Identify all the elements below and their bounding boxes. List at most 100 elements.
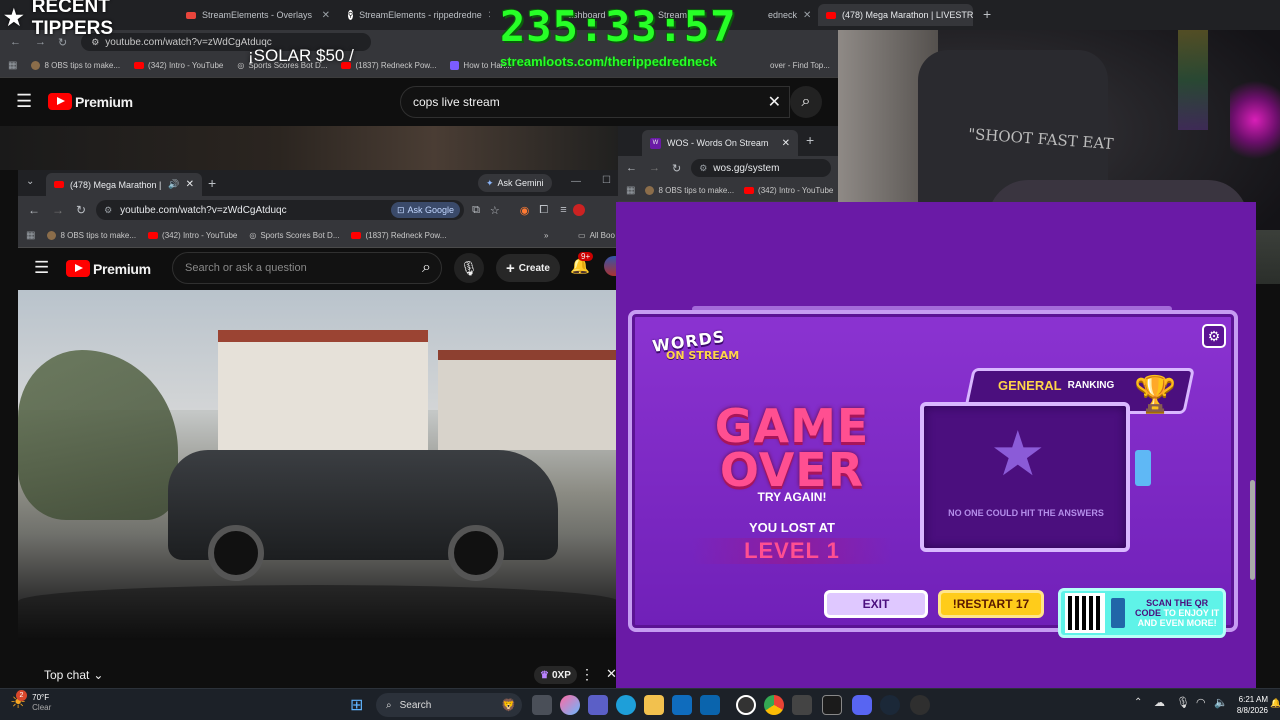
new-tab-icon[interactable]: + (983, 6, 991, 22)
wifi-icon[interactable]: ◠ (1196, 696, 1206, 709)
bookmark-sports-scores[interactable]: ◎ Sports Scores Bot D... (249, 231, 339, 240)
bookmark-intro-youtube[interactable]: (342) Intro - YouTube (148, 231, 237, 240)
wos-url-field[interactable]: ⚙ wos.gg/system (691, 159, 832, 177)
profile-avatar[interactable] (572, 204, 585, 216)
youtube-logo[interactable]: Premium (48, 93, 133, 110)
back-icon[interactable]: ← (626, 162, 637, 174)
app-icon[interactable] (910, 695, 930, 715)
store-icon[interactable] (672, 695, 692, 715)
top-chat-dropdown[interactable]: Top chat ⌄ (44, 668, 103, 682)
extensions-puzzle-icon[interactable]: ⧠ (539, 204, 548, 217)
install-app-icon[interactable]: ⧉ (472, 204, 480, 217)
taskbar-search[interactable]: ⌕ Search 🦁 (376, 693, 522, 717)
bookmark-star-icon[interactable]: ☆ (490, 204, 500, 217)
maximize-icon[interactable]: ☐ (602, 175, 611, 186)
wos-tab[interactable]: W WOS - Words On Stream ✕ (642, 130, 798, 156)
voice-search-icon[interactable]: 🎙 (454, 253, 484, 283)
bookmark-redneck-pow[interactable]: (1837) Redneck Pow... (341, 61, 436, 70)
close-icon[interactable]: ✕ (322, 10, 330, 21)
more-options-icon[interactable]: ⋮ (580, 666, 594, 683)
clock[interactable]: 6:21 AM 8/8/2026 (1228, 694, 1268, 716)
youtube-browser-window: ⌄ (478) Mega Marathon | LIVE 🔊 ✕ + ✦ Ask… (18, 170, 618, 688)
apps-icon[interactable]: ▦ (26, 230, 35, 241)
chevron-up-icon[interactable]: ⌃ (1134, 697, 1142, 708)
close-icon[interactable]: ✕ (803, 10, 811, 21)
back-icon[interactable]: ← (28, 203, 40, 217)
outlook-icon[interactable] (700, 695, 720, 715)
close-icon[interactable]: ✕ (186, 179, 194, 190)
forward-icon[interactable]: → (52, 203, 64, 217)
teams-icon[interactable] (588, 695, 608, 715)
clear-search-icon[interactable]: ✕ (768, 92, 781, 112)
windows-taskbar: ☀ 2 70°F Clear ⊞ ⌕ Search 🦁 ⌃ ☁ 🎙 ◠ 🔈 6:… (0, 688, 1280, 720)
ask-google-button[interactable]: ⊡ Ask Google (390, 202, 461, 218)
chevron-down-icon: ⌄ (93, 668, 104, 682)
youtube-logo[interactable]: Premium (66, 260, 151, 277)
apps-icon[interactable]: ▦ (8, 60, 17, 71)
create-button[interactable]: + Create (496, 254, 560, 282)
search-icon[interactable]: ⌕ (422, 259, 431, 277)
menu-icon[interactable]: ☰ (16, 91, 32, 112)
chrome-icon[interactable] (764, 695, 784, 715)
search-icon[interactable]: ⌕ (790, 86, 822, 118)
bookmark-intro-youtube[interactable]: (342) Intro - YouTube (134, 61, 223, 70)
start-icon[interactable]: ⊞ (350, 695, 363, 715)
edge-icon[interactable] (616, 695, 636, 715)
microphone-icon[interactable]: 🎙 (1176, 696, 1190, 709)
minimize-icon[interactable]: — (571, 176, 581, 187)
tab-search-icon[interactable]: ⌄ (26, 176, 34, 187)
win2-tab-mega-marathon[interactable]: (478) Mega Marathon | LIVE 🔊 ✕ (46, 173, 202, 196)
terminal-icon[interactable] (822, 695, 842, 715)
discord-icon[interactable] (852, 695, 872, 715)
extension-icon[interactable]: ◉ (520, 204, 530, 217)
bg-tab-mega-marathon[interactable]: (478) Mega Marathon | LIVESTR✕ (818, 4, 973, 26)
bookmark-intro-youtube[interactable]: (342) Intro - YouTube (744, 186, 833, 195)
all-bookmarks-folder[interactable]: ▭ All Boo (578, 231, 615, 240)
restart-button[interactable]: !RESTART 17 (938, 590, 1044, 618)
bg-tab-streamelements[interactable]: ⚲ StreamElements - rippedredne✕ (340, 4, 490, 26)
back-icon[interactable]: ← (10, 36, 21, 48)
media-control-icon[interactable]: ≡ (560, 204, 566, 216)
reload-icon[interactable]: ↻ (672, 162, 681, 175)
more-bookmarks-icon[interactable]: » (544, 231, 548, 240)
exit-button[interactable]: EXIT (824, 590, 928, 618)
volume-icon[interactable]: 🔈 (1214, 696, 1228, 709)
network-icon[interactable]: ☁ (1154, 696, 1165, 709)
win2-url-field[interactable]: ⚙ youtube.com/watch?v=zWdCgAtduqc ⊡ Ask … (96, 200, 465, 220)
new-tab-icon[interactable]: + (208, 175, 216, 191)
copilot-icon[interactable] (560, 695, 580, 715)
close-icon[interactable]: ✕ (782, 138, 790, 149)
xp-badge[interactable]: ♛ 0XP (534, 666, 577, 684)
steam-icon[interactable] (880, 695, 900, 715)
ranking-scroll-tab[interactable] (1135, 450, 1151, 486)
gear-icon[interactable]: ⚙ (1202, 324, 1226, 348)
menu-icon[interactable]: ☰ (34, 258, 49, 278)
close-icon[interactable]: ✕ (488, 10, 490, 21)
app-icon[interactable] (792, 695, 812, 715)
task-view-icon[interactable] (532, 695, 552, 715)
bookmark-obs-tips[interactable]: 8 OBS tips to make... (645, 186, 734, 195)
notification-center-icon[interactable]: 🔔 (1270, 698, 1280, 709)
video-player[interactable] (18, 290, 618, 640)
page-scrollbar[interactable] (1250, 480, 1255, 580)
weather-widget[interactable]: ☀ 2 70°F Clear (10, 690, 51, 713)
subathon-timer: 235:33:57 (500, 2, 737, 51)
new-tab-icon[interactable]: + (806, 132, 814, 148)
obs-icon[interactable] (736, 695, 756, 715)
win2-youtube-header: ☰ Premium Search or ask a question ⌕ 🎙 +… (18, 248, 618, 290)
apps-icon[interactable]: ▦ (626, 185, 635, 196)
bg-search-input[interactable]: cops live stream ✕ (400, 86, 790, 118)
bg-tab-overlays[interactable]: StreamElements - Overlays ✕ (178, 4, 338, 26)
reload-icon[interactable]: ↻ (76, 203, 86, 217)
win2-search-input[interactable]: Search or ask a question ⌕ (172, 252, 442, 284)
bookmark-obs-tips[interactable]: 8 OBS tips to make... (31, 61, 120, 70)
forward-icon[interactable]: → (649, 162, 660, 174)
youtube-favicon (826, 11, 836, 19)
audio-icon[interactable]: 🔊 (168, 179, 179, 190)
bookmark-obs-tips[interactable]: 8 OBS tips to make... (47, 231, 136, 240)
file-explorer-icon[interactable] (644, 695, 664, 715)
ask-gemini-button[interactable]: ✦ Ask Gemini (478, 174, 552, 192)
bookmark-redneck-pow[interactable]: (1837) Redneck Pow... (351, 231, 446, 240)
qr-promo[interactable]: SCAN THE QR CODE TO ENJOY IT AND EVEN MO… (1058, 588, 1226, 638)
site-info-icon[interactable]: ⚙ (104, 205, 112, 216)
